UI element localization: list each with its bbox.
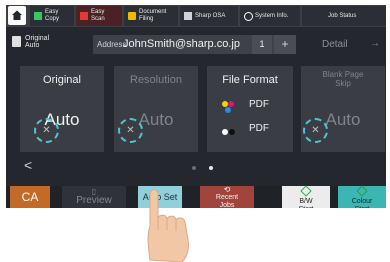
file-format-card[interactable]: File Format PDF PDF	[207, 66, 293, 152]
tab-sharp-osa[interactable]: Sharp OSA	[180, 6, 238, 26]
clear-all-button[interactable]: CA	[10, 186, 50, 208]
tab-label: Scan	[91, 16, 105, 22]
info-icon	[244, 12, 253, 21]
colour-start-label: Colour Start	[351, 198, 373, 208]
home-icon	[12, 10, 22, 20]
file-format-value: PDF	[249, 99, 269, 110]
tab-easy-scan[interactable]: Easy Scan	[76, 6, 122, 26]
tab-easy-copy[interactable]: Easy Copy	[30, 6, 74, 26]
bw-dots-icon	[222, 129, 235, 135]
tab-label: Filing	[139, 16, 154, 22]
tab-label: Document	[139, 9, 167, 15]
home-button[interactable]	[8, 6, 26, 25]
tab-job-status[interactable]: Job Status	[302, 6, 386, 26]
card-title: Resolution	[130, 74, 182, 86]
touch-hint-icon: ✕	[118, 118, 143, 143]
card-value: Auto	[44, 110, 80, 129]
tab-system-info[interactable]: System Info.	[240, 6, 300, 26]
preview-label: Preview	[76, 195, 112, 206]
copy-icon	[34, 12, 42, 20]
bw-start-button[interactable]: B/W Start	[282, 185, 330, 208]
pointing-hand	[147, 189, 189, 262]
tab-label: Copy	[45, 16, 60, 22]
address-row: Original Auto Address JohnSmith@sharp.co…	[6, 31, 386, 55]
add-address-button[interactable]: +	[274, 35, 296, 54]
page-dot	[192, 166, 196, 170]
bw-start-label: B/W Start	[299, 198, 314, 208]
detail-button[interactable]: Detail	[322, 39, 348, 50]
card-title: Original	[43, 74, 81, 86]
page-dot-active	[209, 166, 213, 170]
touch-hint-icon: ✕	[303, 118, 328, 143]
file-format-color-row: PDF	[221, 99, 269, 113]
colour-start-button[interactable]: Colour Start	[338, 185, 386, 208]
original-document-icon	[12, 36, 21, 47]
original-card[interactable]: Original Auto ✕	[20, 66, 104, 152]
arrow-right-icon: →	[370, 38, 380, 49]
osa-icon	[184, 12, 192, 20]
blank-page-skip-card[interactable]: Blank Page Skip Auto ✕	[301, 66, 385, 152]
file-format-value: PDF	[249, 123, 269, 134]
tab-document-filing[interactable]: Document Filing	[124, 6, 178, 26]
top-tab-bar: Easy Copy Easy Scan Document Filing Shar…	[6, 5, 386, 27]
tab-label: Easy	[45, 9, 59, 15]
original-summary: Original Auto	[25, 35, 50, 49]
start-diamond-icon	[282, 185, 330, 198]
address-label: Address	[97, 40, 127, 49]
scan-icon	[80, 12, 88, 20]
tab-label: System Info.	[255, 13, 289, 19]
tab-label: Job Status	[328, 13, 357, 19]
card-title: File Format	[222, 74, 278, 86]
device-screen: Easy Copy Easy Scan Document Filing Shar…	[6, 5, 386, 208]
card-title: Blank Page Skip	[322, 70, 364, 88]
resolution-card[interactable]: Resolution Auto ✕	[114, 66, 198, 152]
previous-page-button[interactable]: <	[24, 157, 32, 173]
tab-label: Easy	[91, 9, 105, 15]
address-count[interactable]: 1	[252, 35, 272, 54]
touch-hint-icon: ✕	[34, 118, 59, 143]
start-diamond-icon	[338, 185, 386, 198]
preview-button[interactable]: ▯ Preview	[62, 186, 126, 208]
file-format-bw-row: PDF	[221, 123, 269, 135]
filing-icon	[128, 12, 136, 20]
color-dots-icon	[222, 101, 234, 113]
address-value: JohnSmith@sharp.co.jp	[123, 38, 240, 50]
tab-label: Sharp OSA	[195, 13, 226, 19]
